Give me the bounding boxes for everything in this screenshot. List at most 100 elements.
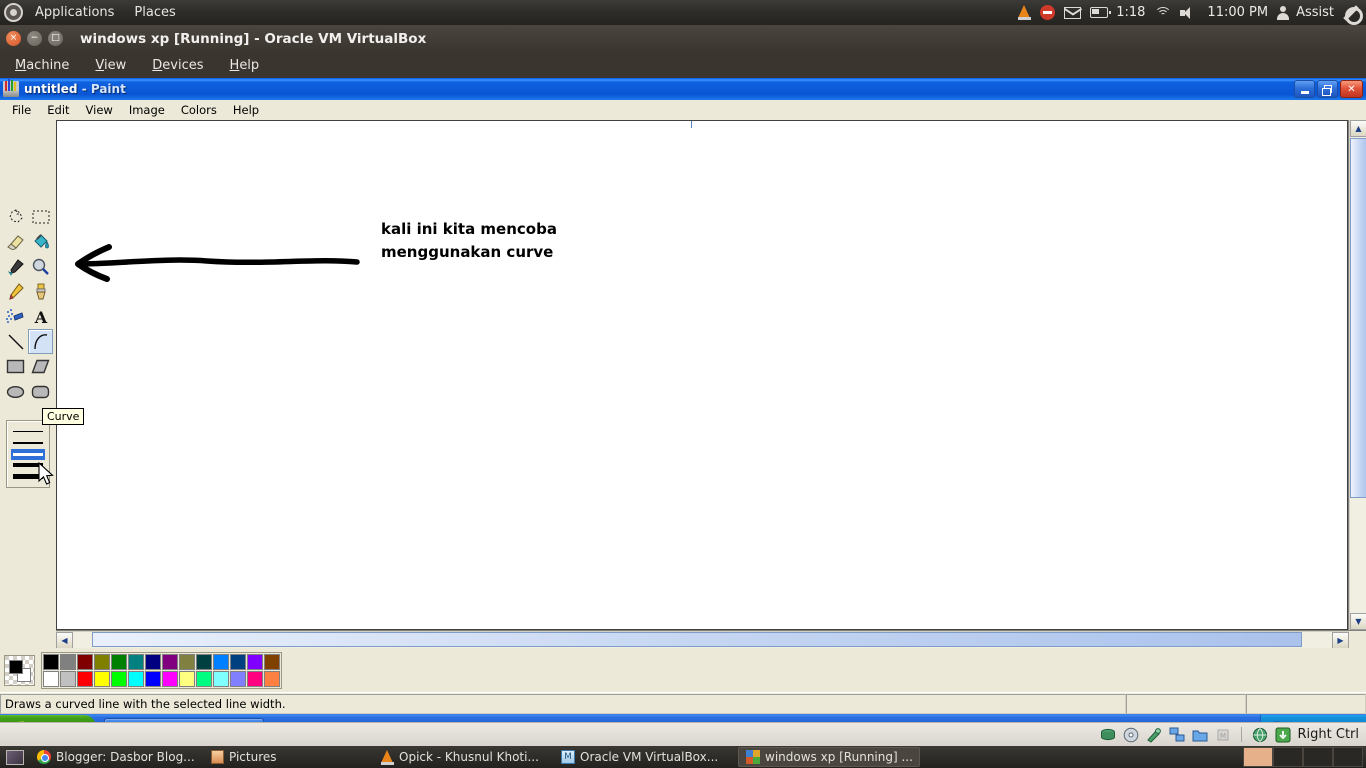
user-menu[interactable]: Assist <box>1277 5 1334 20</box>
paint-menu-colors[interactable]: Colors <box>173 101 225 119</box>
palette-swatch-top-2[interactable] <box>60 653 76 670</box>
color-picker-tool[interactable] <box>3 254 28 279</box>
paint-drawing-canvas[interactable]: kali ini kita mencoba menggunakan curve <box>57 121 1347 629</box>
panel-menu-places[interactable]: Places <box>126 3 183 22</box>
paint-titlebar[interactable]: untitled - Paint ✕ <box>0 78 1366 100</box>
rectangle-tool[interactable] <box>3 354 28 379</box>
workspace-3[interactable] <box>1303 747 1333 767</box>
cd-icon[interactable] <box>1123 727 1139 743</box>
polygon-tool[interactable] <box>28 354 53 379</box>
gear-icon[interactable] <box>1343 5 1363 25</box>
palette-swatch-top-5[interactable] <box>111 653 127 670</box>
palette-swatch-bottom-2[interactable] <box>60 670 76 687</box>
text-tool[interactable]: A <box>28 304 53 329</box>
vbox-menu-devices[interactable]: Devices <box>141 55 214 76</box>
eraser-tool[interactable] <box>3 229 28 254</box>
free-form-select-tool[interactable] <box>3 204 28 229</box>
vbox-menu-view[interactable]: View <box>84 55 137 76</box>
scroll-left-arrow-icon[interactable]: ◀ <box>56 632 73 648</box>
palette-swatch-bottom-1[interactable] <box>43 670 59 687</box>
foreground-background-color-indicator[interactable] <box>4 654 35 686</box>
window-item-winxp[interactable]: windows xp [Running] ... <box>738 747 920 767</box>
shared-folder-icon[interactable] <box>1192 727 1208 743</box>
palette-swatch-top-12[interactable] <box>230 653 246 670</box>
palette-swatch-top-3[interactable] <box>77 653 93 670</box>
battery-indicator[interactable]: 1:18 <box>1090 5 1145 20</box>
usb-icon[interactable] <box>1146 727 1162 743</box>
mail-envelope-icon[interactable] <box>1064 6 1082 19</box>
network-icon[interactable] <box>1169 727 1185 743</box>
vbox-close-button[interactable]: × <box>6 31 21 46</box>
palette-swatch-top-13[interactable] <box>247 653 263 670</box>
globe-icon[interactable] <box>1252 727 1268 743</box>
curve-tool[interactable] <box>28 329 53 354</box>
horizontal-scroll-thumb[interactable] <box>92 632 1302 647</box>
ubuntu-logo-icon[interactable] <box>4 3 23 22</box>
window-item-pictures[interactable]: Pictures <box>204 747 372 767</box>
palette-swatch-bottom-5[interactable] <box>111 670 127 687</box>
palette-swatch-top-1[interactable] <box>43 653 59 670</box>
paint-minimize-button[interactable] <box>1294 80 1315 98</box>
palette-swatch-top-11[interactable] <box>213 653 229 670</box>
paint-menu-edit[interactable]: Edit <box>39 101 77 119</box>
cpu-icon[interactable]: M <box>1215 727 1231 743</box>
vbox-maximize-button[interactable]: □ <box>48 31 63 46</box>
palette-swatch-top-7[interactable] <box>145 653 161 670</box>
magnifier-tool[interactable] <box>28 254 53 279</box>
palette-swatch-top-8[interactable] <box>162 653 178 670</box>
palette-swatch-top-10[interactable] <box>196 653 212 670</box>
scroll-right-arrow-icon[interactable]: ▶ <box>1332 632 1349 648</box>
palette-swatch-bottom-3[interactable] <box>77 670 93 687</box>
palette-swatch-bottom-12[interactable] <box>230 670 246 687</box>
canvas-horizontal-scrollbar[interactable]: ◀ ▶ <box>56 631 1349 648</box>
workspace-4[interactable] <box>1333 747 1363 767</box>
vlc-cone-icon[interactable] <box>1018 5 1032 20</box>
palette-swatch-bottom-8[interactable] <box>162 670 178 687</box>
paint-menu-help[interactable]: Help <box>225 101 267 119</box>
window-item-blogger[interactable]: Blogger: Dasbor Blog... <box>30 747 202 767</box>
paint-menu-image[interactable]: Image <box>121 101 173 119</box>
scroll-up-arrow-icon[interactable]: ▲ <box>1350 120 1366 137</box>
volume-icon[interactable] <box>1180 6 1198 20</box>
start-button[interactable]: start <box>0 714 96 722</box>
paint-close-button[interactable]: ✕ <box>1340 80 1363 98</box>
palette-swatch-bottom-11[interactable] <box>213 670 229 687</box>
palette-swatch-bottom-7[interactable] <box>145 670 161 687</box>
line-width-option-1[interactable] <box>11 426 45 437</box>
panel-clock[interactable]: 11:00 PM <box>1207 5 1268 20</box>
vbox-menu-help[interactable]: Help <box>219 55 271 76</box>
window-item-vlc[interactable]: Opick - Khusnul Khoti... <box>374 747 552 767</box>
palette-swatch-bottom-14[interactable] <box>264 670 280 687</box>
workspace-1[interactable] <box>1243 747 1273 767</box>
show-desktop-icon[interactable] <box>6 749 24 765</box>
palette-swatch-bottom-6[interactable] <box>128 670 144 687</box>
paint-restore-button[interactable] <box>1317 80 1338 98</box>
scroll-down-arrow-icon[interactable]: ▼ <box>1350 613 1366 630</box>
ellipse-tool[interactable] <box>3 379 28 404</box>
paint-menu-file[interactable]: File <box>4 101 39 119</box>
palette-swatch-top-4[interactable] <box>94 653 110 670</box>
line-width-option-3[interactable] <box>11 448 45 460</box>
vertical-scroll-thumb[interactable] <box>1350 138 1366 498</box>
workspace-2[interactable] <box>1273 747 1303 767</box>
palette-swatch-bottom-9[interactable] <box>179 670 195 687</box>
panel-menu-applications[interactable]: Applications <box>27 3 122 22</box>
brush-tool[interactable] <box>28 279 53 304</box>
paint-menu-view[interactable]: View <box>78 101 121 119</box>
wifi-icon[interactable] <box>1154 6 1172 19</box>
palette-swatch-top-14[interactable] <box>264 653 280 670</box>
rounded-rectangle-tool[interactable] <box>28 379 53 404</box>
line-width-option-2[interactable] <box>11 437 45 448</box>
host-key-icon[interactable] <box>1275 727 1291 743</box>
airbrush-tool[interactable] <box>3 304 28 329</box>
palette-swatch-bottom-13[interactable] <box>247 670 263 687</box>
window-item-virtualbox[interactable]: Oracle VM VirtualBox... <box>554 747 736 767</box>
vbox-menu-machine[interactable]: Machine <box>4 55 80 76</box>
line-tool[interactable] <box>3 329 28 354</box>
rectangle-select-tool[interactable] <box>28 204 53 229</box>
palette-swatch-top-9[interactable] <box>179 653 195 670</box>
vbox-minimize-button[interactable]: − <box>27 31 42 46</box>
palette-swatch-top-6[interactable] <box>128 653 144 670</box>
pencil-tool[interactable] <box>3 279 28 304</box>
hard-disk-icon[interactable] <box>1100 727 1116 743</box>
